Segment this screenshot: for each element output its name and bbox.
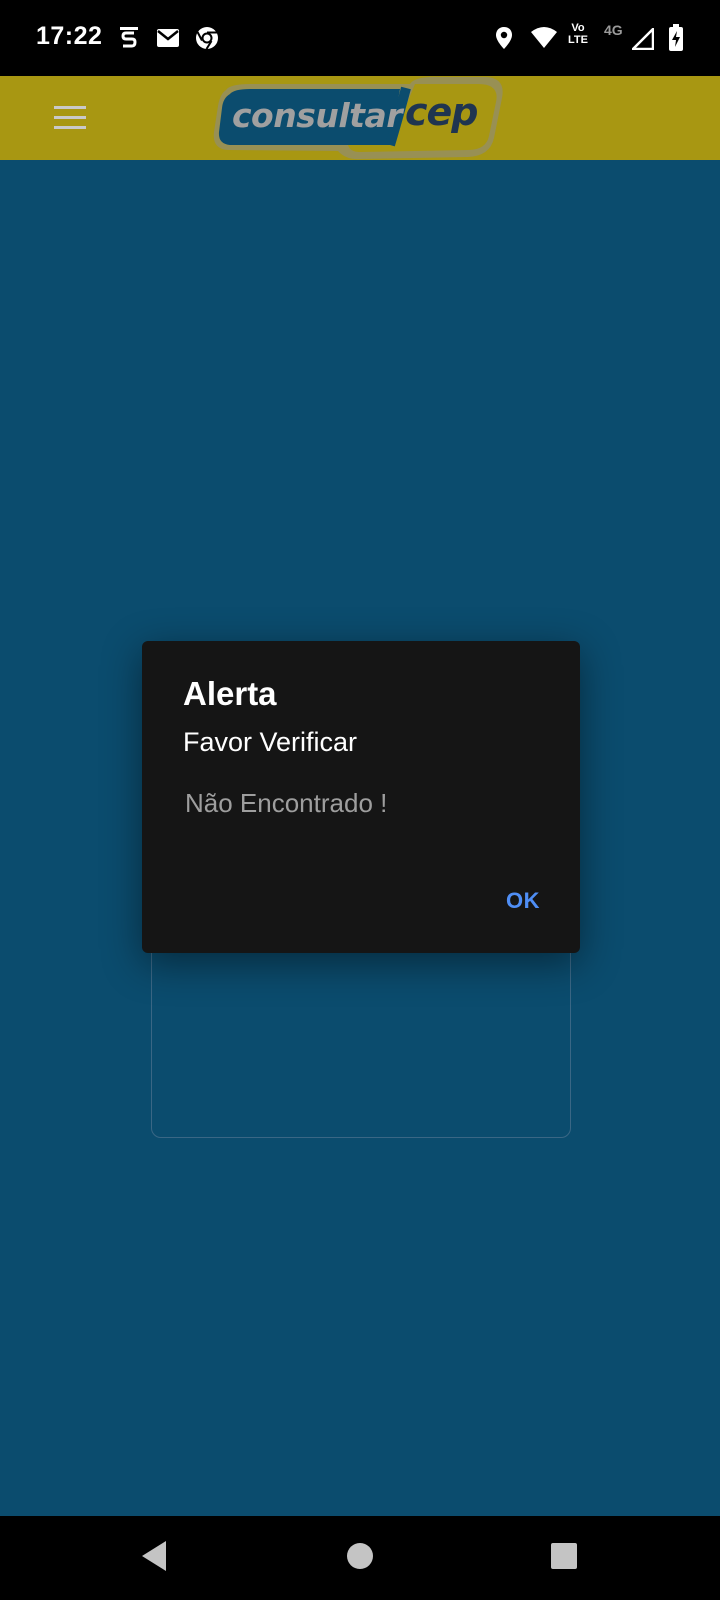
home-icon[interactable] xyxy=(346,1542,374,1570)
hamburger-menu-icon[interactable] xyxy=(50,101,90,135)
signal-icon xyxy=(632,28,654,50)
dialog-title: Alerta xyxy=(183,675,277,712)
back-icon[interactable] xyxy=(140,1538,168,1574)
ok-button[interactable]: OK xyxy=(506,888,540,914)
navigation-bar xyxy=(0,1516,720,1600)
app-logo: consultar cep xyxy=(210,76,510,162)
mail-icon xyxy=(157,29,179,47)
dialog-subtitle: Favor Verificar xyxy=(183,727,358,757)
alert-dialog: Alerta Favor Verificar Não Encontrado ! … xyxy=(142,641,580,953)
volte-icon: Vo LTE xyxy=(568,22,588,46)
status-bar: 17:22 Vo LTE 4G xyxy=(0,0,720,76)
recents-icon[interactable] xyxy=(550,1542,578,1570)
wifi-icon xyxy=(531,27,557,48)
chrome-icon xyxy=(196,27,218,50)
dialog-message: Não Encontrado ! xyxy=(185,788,388,818)
logo-text-cep: cep xyxy=(405,90,478,134)
battery-charging-icon xyxy=(669,24,683,51)
status-time: 17:22 xyxy=(36,22,103,50)
underlying-card xyxy=(151,940,571,1138)
logo-text-consultar: consultar xyxy=(232,96,403,135)
sim-s-icon xyxy=(120,27,138,48)
network-4g-icon: 4G xyxy=(604,22,623,38)
location-icon xyxy=(496,27,512,49)
